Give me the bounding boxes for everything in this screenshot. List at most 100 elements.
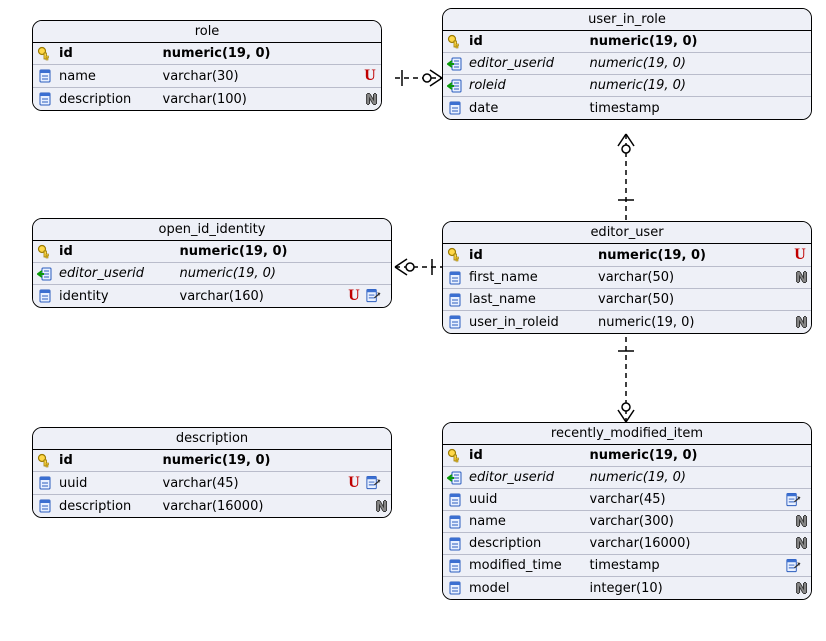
column-badges: N: [796, 314, 807, 331]
index-icon: [785, 558, 801, 574]
column-badges: N: [376, 498, 387, 515]
entity-title: editor_user: [443, 222, 811, 244]
entity-body: id numeric(19, 0) editor_userid numeric(…: [33, 241, 391, 307]
column-row: editor_userid numeric(19, 0): [443, 53, 811, 75]
column-row: modified_time timestamp: [443, 555, 811, 577]
entity-recently-modified-item: recently_modified_item id numeric(19, 0)…: [442, 422, 812, 600]
column-name: description: [59, 92, 163, 107]
entity-title: open_id_identity: [33, 219, 391, 241]
column-name: id: [469, 248, 598, 263]
column-name: identity: [59, 289, 180, 304]
key-icon: [447, 247, 463, 263]
column-name: editor_userid: [469, 56, 590, 71]
index-icon: [365, 288, 381, 304]
column-name: uuid: [59, 476, 163, 491]
col-icon: [37, 475, 53, 491]
col-icon: [37, 68, 53, 84]
column-row: id numeric(19, 0): [443, 31, 811, 53]
entity-open-id-identity: open_id_identity id numeric(19, 0) edito…: [32, 218, 392, 308]
col-icon: [37, 498, 53, 514]
column-type: timestamp: [590, 558, 786, 573]
nullable-badge: N: [376, 498, 387, 515]
key-icon: [447, 34, 463, 50]
column-type: varchar(45): [163, 476, 348, 491]
entity-title: recently_modified_item: [443, 423, 811, 445]
column-row: editor_userid numeric(19, 0): [443, 467, 811, 489]
entity-title: role: [33, 21, 381, 43]
unique-badge: U: [363, 67, 377, 85]
fk-icon: [37, 266, 53, 282]
col-icon: [447, 536, 463, 552]
column-badges: [785, 558, 807, 574]
column-badges: N: [796, 513, 807, 530]
column-type: numeric(19, 0): [163, 46, 378, 61]
unique-badge: U: [347, 474, 361, 492]
column-type: timestamp: [590, 101, 808, 116]
column-name: id: [469, 448, 590, 463]
col-icon: [447, 558, 463, 574]
column-type: numeric(19, 0): [598, 315, 796, 330]
column-row: uuid varchar(45): [443, 489, 811, 511]
column-row: id numeric(19, 0): [33, 241, 391, 263]
column-name: roleid: [469, 78, 590, 93]
column-row: user_in_roleid numeric(19, 0) N: [443, 311, 811, 333]
unique-badge: U: [347, 287, 361, 305]
column-name: id: [59, 453, 163, 468]
column-row: description varchar(16000) N: [443, 533, 811, 555]
column-row: name varchar(30) U: [33, 65, 381, 88]
column-type: numeric(19, 0): [163, 453, 388, 468]
column-name: name: [469, 514, 590, 529]
column-row: description varchar(16000) N: [33, 495, 391, 517]
column-type: numeric(19, 0): [180, 244, 388, 259]
column-badges: N: [796, 535, 807, 552]
fk-icon: [447, 470, 463, 486]
column-type: numeric(19, 0): [590, 78, 808, 93]
column-row: description varchar(100) N: [33, 88, 381, 110]
fk-icon: [447, 78, 463, 94]
entity-role: role id numeric(19, 0) name varchar(30) …: [32, 20, 382, 111]
column-name: description: [59, 499, 163, 514]
column-row: first_name varchar(50) N: [443, 267, 811, 289]
column-type: varchar(16000): [590, 536, 797, 551]
column-name: name: [59, 69, 163, 84]
column-type: numeric(19, 0): [590, 34, 808, 49]
column-type: varchar(30): [163, 69, 364, 84]
entity-title: user_in_role: [443, 9, 811, 31]
column-badges: N: [796, 580, 807, 597]
column-type: varchar(50): [598, 292, 807, 307]
column-type: varchar(300): [590, 514, 797, 529]
column-name: id: [469, 34, 590, 49]
column-name: uuid: [469, 492, 590, 507]
column-type: numeric(19, 0): [590, 448, 808, 463]
column-name: editor_userid: [469, 470, 590, 485]
nullable-badge: N: [796, 269, 807, 286]
column-row: model integer(10) N: [443, 577, 811, 599]
column-badges: N: [366, 91, 377, 108]
entity-body: id numeric(19, 0) U first_name varchar(5…: [443, 244, 811, 333]
col-icon: [447, 314, 463, 330]
column-badges: U: [347, 287, 387, 305]
column-name: id: [59, 244, 180, 259]
nullable-badge: N: [796, 535, 807, 552]
column-type: varchar(16000): [163, 499, 377, 514]
nullable-badge: N: [796, 513, 807, 530]
unique-badge: U: [793, 246, 807, 264]
column-row: id numeric(19, 0) U: [443, 244, 811, 267]
column-row: id numeric(19, 0): [443, 445, 811, 467]
column-type: varchar(45): [590, 492, 786, 507]
entity-body: id numeric(19, 0) editor_userid numeric(…: [443, 31, 811, 119]
col-icon: [37, 288, 53, 304]
column-type: numeric(19, 0): [180, 266, 388, 281]
column-type: numeric(19, 0): [598, 248, 793, 263]
col-icon: [447, 270, 463, 286]
index-icon: [785, 492, 801, 508]
col-icon: [447, 580, 463, 596]
entity-body: id numeric(19, 0) name varchar(30) U des…: [33, 43, 381, 110]
column-type: varchar(160): [180, 289, 348, 304]
entity-editor-user: editor_user id numeric(19, 0) U first_na…: [442, 221, 812, 334]
column-name: last_name: [469, 292, 598, 307]
column-type: varchar(50): [598, 270, 796, 285]
column-name: id: [59, 46, 163, 61]
entity-description: description id numeric(19, 0) uuid varch…: [32, 427, 392, 518]
column-row: date timestamp: [443, 97, 811, 119]
